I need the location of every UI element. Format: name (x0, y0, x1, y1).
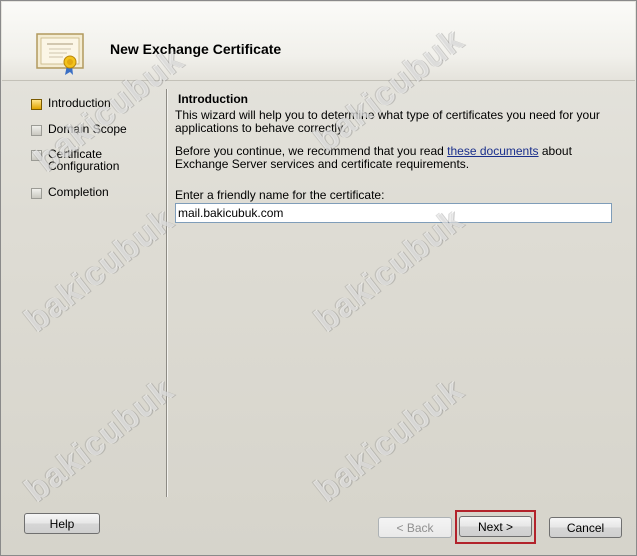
help-button[interactable]: Help (24, 513, 100, 534)
step-label: Certificate Configuration (48, 147, 120, 173)
step-completion: Completion (31, 186, 109, 199)
certificate-icon (36, 33, 84, 75)
steps-divider (166, 89, 168, 497)
step-domain-scope: Domain Scope (31, 123, 127, 136)
step-pending-icon (31, 125, 42, 136)
friendly-name-input[interactable] (175, 203, 612, 223)
step-label: Introduction (48, 96, 111, 110)
intro-recommendation: Before you continue, we recommend that y… (175, 145, 615, 171)
step-active-icon (31, 99, 42, 110)
step-certificate-configuration: Certificate Configuration (31, 148, 119, 172)
section-title: Introduction (178, 92, 248, 106)
these-documents-link[interactable]: these documents (447, 144, 538, 158)
wizard-header: New Exchange Certificate (2, 2, 635, 81)
step-pending-icon (31, 150, 42, 161)
watermark-text: bakicubuk (307, 370, 471, 510)
back-button[interactable]: < Back (378, 517, 452, 538)
introduction-panel: Introduction This wizard will help you t… (175, 92, 615, 223)
step-introduction: Introduction (31, 97, 111, 110)
friendly-name-label: Enter a friendly name for the certificat… (175, 188, 385, 202)
watermark-text: bakicubuk (17, 200, 181, 340)
next-button[interactable]: Next > (459, 516, 532, 537)
step-label: Domain Scope (48, 122, 127, 136)
recommendation-text-before: Before you continue, we recommend that y… (175, 144, 448, 158)
step-pending-icon (31, 188, 42, 199)
wizard-window: New Exchange Certificate Introduction Do… (0, 0, 637, 556)
intro-description: This wizard will help you to determine w… (175, 108, 600, 135)
wizard-title: New Exchange Certificate (110, 41, 282, 57)
watermark-text: bakicubuk (17, 370, 181, 510)
step-label: Completion (48, 185, 109, 199)
cancel-button[interactable]: Cancel (549, 517, 622, 538)
